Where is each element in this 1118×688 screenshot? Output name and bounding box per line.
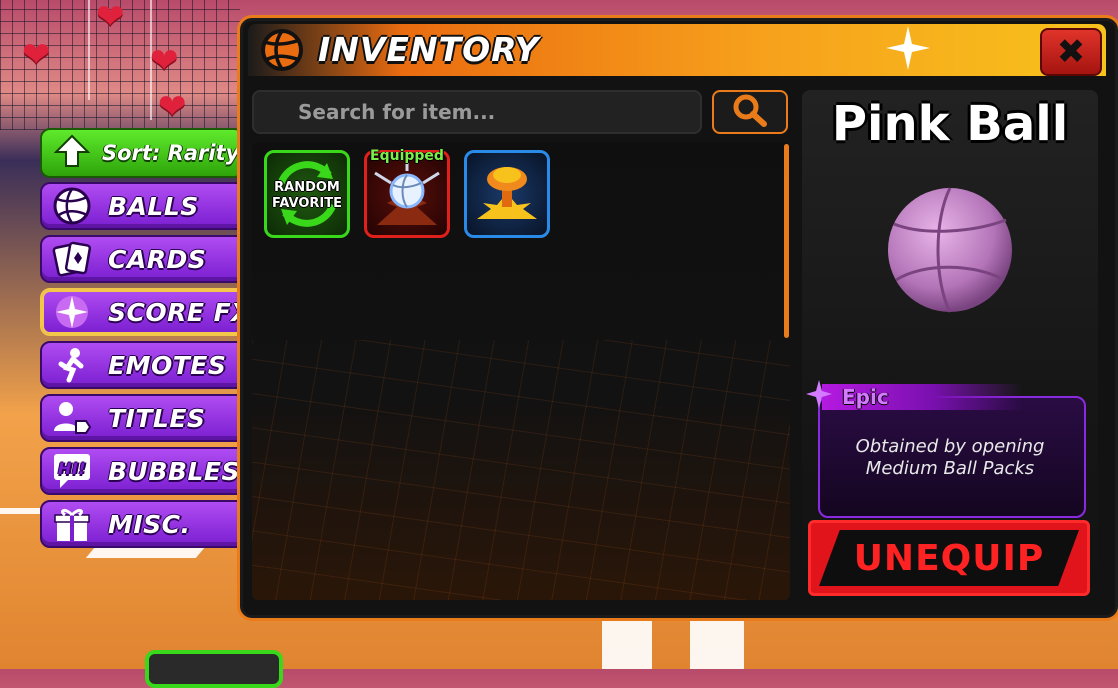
tab-label: TITLES xyxy=(108,403,206,433)
item-name: Pink Ball xyxy=(831,96,1069,152)
court-line xyxy=(602,612,652,669)
volleyball-icon xyxy=(50,186,94,226)
heart-decoration: ❤ xyxy=(158,87,187,127)
heart-string xyxy=(88,0,90,100)
tab-balls[interactable]: BALLS xyxy=(40,182,256,230)
volleyball-logo-icon xyxy=(256,26,306,74)
heart-decoration: ❤ xyxy=(22,35,51,75)
tab-titles[interactable]: TITLES xyxy=(40,394,256,442)
svg-text:HI!: HI! xyxy=(58,459,86,478)
heart-decoration: ❤ xyxy=(96,0,125,37)
tab-score-fx[interactable]: SCORE FX xyxy=(40,288,256,336)
tab-label: SCORE FX xyxy=(108,297,251,327)
search-input[interactable]: Search for item... xyxy=(252,90,702,134)
sort-label: Sort: Rarity xyxy=(102,141,240,165)
rarity-label: Epic xyxy=(842,385,889,409)
search-button[interactable] xyxy=(712,90,788,134)
court-line xyxy=(0,508,40,514)
tab-label: EMOTES xyxy=(108,350,227,380)
tab-label: CARDS xyxy=(108,244,207,274)
item-label-line1: RANDOM xyxy=(274,180,340,195)
sort-arrow-icon xyxy=(53,134,91,173)
tab-label: MISC. xyxy=(108,509,191,539)
inventory-header: INVENTORY xyxy=(248,24,1106,76)
court-line xyxy=(690,612,744,669)
tab-misc[interactable]: MISC. xyxy=(40,500,256,548)
search-placeholder: Search for item... xyxy=(298,100,496,124)
sparkle-burst-icon xyxy=(50,292,94,332)
item-explosion-fx[interactable] xyxy=(464,150,550,238)
pink-volleyball-icon xyxy=(888,187,1012,313)
tab-cards[interactable]: CARDS xyxy=(40,235,256,283)
equipped-tag: Equipped xyxy=(370,148,444,164)
speech-bubble-icon: HI! xyxy=(50,451,94,491)
mushroom-cloud-icon xyxy=(477,167,537,219)
inventory-title: INVENTORY xyxy=(318,30,540,69)
tab-label: BUBBLES xyxy=(108,456,240,486)
gift-icon xyxy=(50,504,94,544)
tab-emotes[interactable]: EMOTES xyxy=(40,341,256,389)
dancing-figure-icon xyxy=(50,345,94,385)
search-icon xyxy=(732,93,768,131)
user-tag-icon xyxy=(50,398,94,438)
close-icon: ✖ xyxy=(1056,32,1086,72)
sort-rarity-button[interactable]: Sort: Rarity xyxy=(40,128,244,178)
bottom-hud-button[interactable] xyxy=(145,650,283,688)
unequip-label: UNEQUIP xyxy=(819,530,1079,586)
cards-icon xyxy=(50,239,94,279)
item-description: Obtained by opening Medium Ball Packs xyxy=(855,436,1045,479)
item-label-line2: FAVORITE xyxy=(271,196,343,211)
tab-label: BALLS xyxy=(108,191,199,221)
item-random-favorite[interactable]: RANDOM FAVORITE xyxy=(264,150,350,238)
close-button[interactable]: ✖ xyxy=(1040,28,1102,76)
court-line xyxy=(85,548,205,558)
heart-decoration: ❤ xyxy=(150,41,179,81)
sparkle-decoration-icon xyxy=(868,26,938,76)
grid-scrollbar[interactable] xyxy=(784,144,789,338)
unequip-button[interactable]: UNEQUIP xyxy=(808,520,1090,596)
sparkle-icon xyxy=(806,380,832,408)
tab-bubbles[interactable]: HI! BUBBLES xyxy=(40,447,256,495)
volleyball-impact-icon xyxy=(374,157,440,225)
